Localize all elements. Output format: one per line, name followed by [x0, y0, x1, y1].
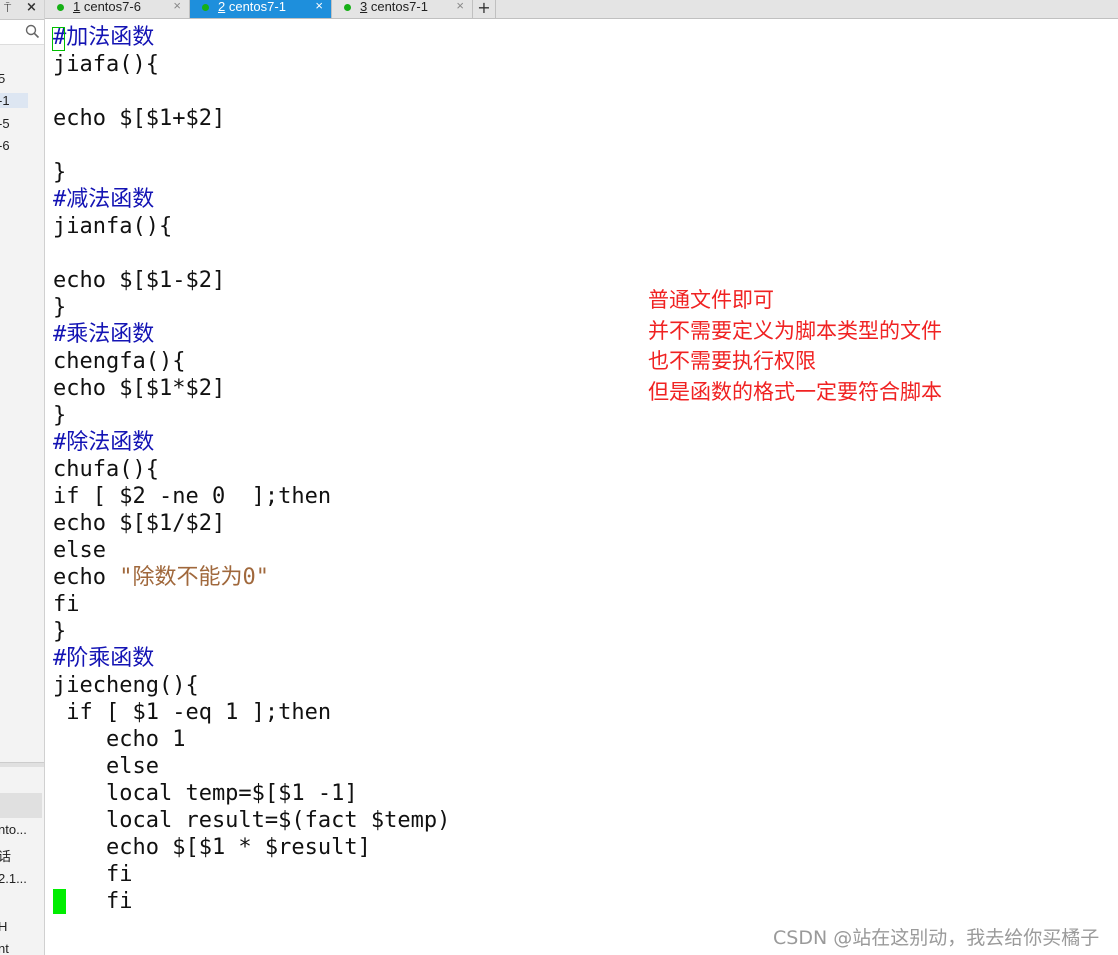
search-icon[interactable]	[25, 24, 40, 39]
session-search-input[interactable]	[0, 20, 44, 45]
code-text: }	[53, 295, 67, 320]
tab-label: centos7-1	[367, 0, 428, 14]
terminal-line: #阶乘函数	[53, 645, 154, 672]
terminal-line: local temp=$[$1 -1]	[53, 780, 358, 807]
property-value: nto...	[0, 822, 27, 837]
session-tab-bar: 1 centos7-6 × 2 centos7-1 × 3 centos7-1 …	[45, 0, 1118, 19]
code-text: }	[53, 403, 67, 428]
code-comment: #除法函数	[53, 430, 155, 455]
watermark: CSDN @站在这别动，我去给你买橘子	[773, 927, 1100, 949]
code-text: echo	[53, 565, 120, 590]
terminal-line: #除法函数	[53, 429, 154, 456]
property-value: nt	[0, 941, 9, 955]
terminal-line: echo $[$1/$2]	[53, 510, 225, 537]
close-icon[interactable]: ×	[26, 0, 37, 15]
code-comment: 加法函数	[66, 25, 155, 50]
code-text: echo $[$1*$2]	[53, 376, 226, 401]
session-item-selected[interactable]: -1	[0, 93, 28, 108]
annotation-line: 普通文件即可	[648, 288, 774, 312]
annotation-line: 但是函数的格式一定要符合脚本	[648, 380, 942, 404]
code-text: jiafa(){	[53, 52, 159, 77]
terminal-line: if [ $2 -ne 0 ];then	[53, 483, 331, 510]
session-item[interactable]: -6	[0, 138, 10, 153]
code-text: }	[53, 160, 67, 185]
terminal-line: #减法函数	[53, 186, 154, 213]
code-text: fi	[53, 592, 80, 617]
terminal-line: echo 1	[53, 726, 185, 753]
panel-splitter[interactable]	[0, 762, 44, 767]
code-text: local temp=$[$1 -1]	[53, 781, 358, 806]
code-text: chengfa(){	[53, 349, 186, 374]
tab-close-icon[interactable]: ×	[173, 0, 181, 13]
terminal-line: jiecheng(){	[53, 672, 199, 699]
terminal-line: }	[53, 294, 66, 321]
code-comment: #阶乘函数	[53, 646, 155, 671]
terminal-line: echo $[$1-$2]	[53, 267, 225, 294]
code-text: echo $[$1-$2]	[53, 268, 226, 293]
code-text: #	[52, 25, 67, 51]
code-text: echo 1	[53, 727, 186, 752]
terminal-line: local result=$(fact $temp)	[53, 807, 450, 834]
session-sidebar: ⍑ × 5 -1 -5 -6 nto... 话 2.1... H nt	[0, 0, 45, 955]
terminal-line: }	[53, 402, 66, 429]
terminal-line: jiafa(){	[53, 51, 159, 78]
terminal-line: fi	[53, 861, 133, 888]
terminal-cursor	[53, 889, 66, 914]
terminal-line: }	[53, 618, 66, 645]
code-text: else	[53, 754, 159, 779]
tab-close-icon[interactable]: ×	[315, 0, 323, 13]
terminal-line: echo $[$1+$2]	[53, 105, 225, 132]
properties-header	[0, 793, 42, 818]
code-text: echo $[$1 * $result]	[53, 835, 371, 860]
code-text: local result=$(fact $temp)	[53, 808, 451, 833]
code-comment: #减法函数	[53, 187, 155, 212]
terminal-line: #乘法函数	[53, 321, 154, 348]
terminal-line: # 加法函数	[52, 24, 155, 51]
connected-dot-icon	[344, 4, 351, 11]
property-value: H	[0, 919, 7, 934]
code-text: else	[53, 538, 106, 563]
property-value: 话	[0, 846, 11, 865]
code-text: chufa(){	[53, 457, 159, 482]
code-text: jianfa(){	[53, 214, 173, 239]
terminal-line: jianfa(){	[53, 213, 172, 240]
pin-icon[interactable]: ⍑	[4, 1, 11, 16]
code-text: echo $[$1+$2]	[53, 106, 226, 131]
tab-centos7-1-active[interactable]: 2 centos7-1 ×	[190, 0, 332, 18]
connected-dot-icon	[57, 4, 64, 11]
terminal-line: fi	[53, 591, 80, 618]
code-text: fi	[53, 862, 133, 887]
annotation-line: 也不需要执行权限	[648, 349, 816, 373]
property-value: 2.1...	[0, 871, 27, 886]
terminal-line: else	[53, 537, 106, 564]
add-tab-button[interactable]: +	[473, 0, 496, 18]
connected-dot-icon	[202, 4, 209, 11]
code-text: jiecheng(){	[53, 673, 199, 698]
code-text: }	[53, 619, 67, 644]
annotation-line: 并不需要定义为脚本类型的文件	[648, 319, 942, 343]
code-text: echo $[$1/$2]	[53, 511, 226, 536]
session-item[interactable]: -5	[0, 116, 10, 131]
terminal-line: }	[53, 159, 66, 186]
code-text: if [ $1 -eq 1 ];then	[53, 700, 332, 725]
terminal-line: if [ $1 -eq 1 ];then	[53, 699, 331, 726]
terminal-line: chengfa(){	[53, 348, 185, 375]
terminal-line: else	[53, 753, 159, 780]
terminal-line: echo "除数不能为0"	[53, 564, 269, 591]
tab-label: centos7-1	[225, 0, 286, 14]
terminal-line: fi	[53, 888, 132, 915]
tab-centos7-6[interactable]: 1 centos7-6 ×	[45, 0, 190, 18]
edit-cursor	[52, 27, 65, 51]
session-item[interactable]: 5	[0, 71, 5, 86]
code-comment: #乘法函数	[53, 322, 155, 347]
sidebar-header: ⍑ ×	[0, 0, 44, 20]
terminal-line: echo $[$1*$2]	[53, 375, 225, 402]
tab-centos7-1[interactable]: 3 centos7-1 ×	[332, 0, 473, 18]
code-text: if [ $2 -ne 0 ];then	[53, 484, 332, 509]
terminal-line: echo $[$1 * $result]	[53, 834, 371, 861]
terminal-line: chufa(){	[53, 456, 159, 483]
code-string: "除数不能为0"	[119, 565, 269, 590]
tab-label: centos7-6	[80, 0, 141, 14]
tab-close-icon[interactable]: ×	[456, 0, 464, 13]
